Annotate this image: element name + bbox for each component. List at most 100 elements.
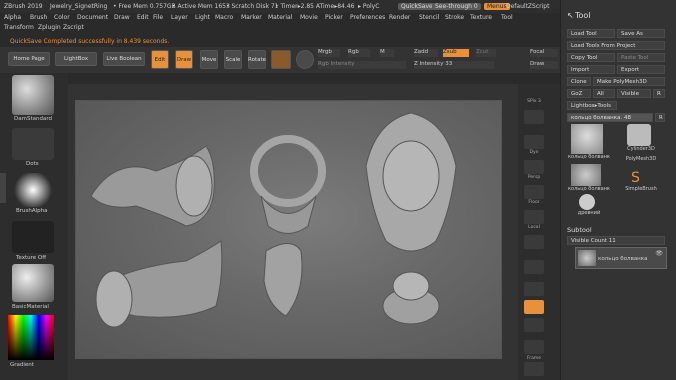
ring-renders [90,112,457,328]
zcut-toggle[interactable]: Zcut [476,49,496,57]
eye-icon[interactable]: 👁 [655,250,663,257]
lsym-icon[interactable] [524,260,544,274]
r-button-2[interactable]: R [655,113,665,122]
menu-material[interactable]: Material [268,14,292,21]
paste-tool-button[interactable]: Paste Tool [617,53,665,62]
cylinder3d-icon[interactable] [627,124,651,146]
move-button[interactable]: Move [200,50,218,69]
stroke-thumbnail[interactable] [12,128,54,160]
tool-thumb-ring-2[interactable] [571,164,601,186]
menu-picker[interactable]: Picker [325,14,343,21]
current-tool-slider[interactable]: кольцо болванка. 48 [567,113,653,122]
menu-texture[interactable]: Texture [470,14,492,21]
dynamic-label[interactable]: Dyn [518,150,550,155]
local-icon[interactable] [524,210,544,224]
polyf-orange-icon[interactable] [524,300,544,314]
menu-draw[interactable]: Draw [114,14,130,21]
all-button[interactable]: All [593,89,615,98]
menu-marker[interactable]: Marker [241,14,262,21]
floor-label[interactable]: Floor [518,200,550,205]
material-sphere-icon[interactable] [271,50,291,69]
menu-tool[interactable]: Tool [501,14,513,21]
menu-layer[interactable]: Layer [171,14,188,21]
load-from-project-button[interactable]: Load Tools From Project [567,41,665,50]
visible-count-slider[interactable]: Visible Count 11 [567,236,665,245]
live-boolean-button[interactable]: Live Boolean [103,52,145,66]
menu-stencil[interactable]: Stencil [419,14,439,21]
draw-size-slider[interactable]: Draw [530,61,558,69]
see-through-slider[interactable]: See-through 0 [432,3,481,10]
move-icon[interactable] [524,362,544,376]
menu-color[interactable]: Color [54,14,70,21]
tool-thumb-ring-3[interactable] [579,194,595,210]
menu-transform[interactable]: Transform [4,24,34,31]
left-collapse-handle[interactable] [0,173,6,203]
z-intensity-slider[interactable]: Z Intensity 33 [414,61,494,69]
menu-movie[interactable]: Movie [300,14,318,21]
rotate-button[interactable]: Rotate [248,50,266,69]
default-zscript[interactable]: DefaultZScript [506,3,549,10]
alpha-thumbnail[interactable] [12,173,54,207]
scroll-icon[interactable] [524,135,544,149]
menu-zplugin[interactable]: Zplugin [38,24,61,31]
local-label[interactable]: Local [518,225,550,230]
menu-macro[interactable]: Macro [215,14,233,21]
document-canvas[interactable] [75,100,502,359]
zadd-toggle[interactable]: Zadd [414,49,438,57]
edit-button[interactable]: Edit [151,50,169,69]
menu-document[interactable]: Document [77,14,108,21]
m-toggle[interactable]: M [380,49,394,57]
subtool-title[interactable]: Subtool [567,226,592,234]
goz-button[interactable]: GoZ [567,89,591,98]
menu-edit[interactable]: Edit [137,14,149,21]
texture-thumbnail[interactable] [12,221,54,253]
make-polymesh-button[interactable]: Make PolyMesh3D [593,77,665,86]
scale-button[interactable]: Scale [224,50,242,69]
frame-icon[interactable] [524,340,544,354]
zsub-toggle[interactable]: Zsub [443,49,469,57]
menu-brush[interactable]: Brush [30,14,47,21]
menu-file[interactable]: File [153,14,163,21]
mrgb-toggle[interactable]: Mrgb [318,49,340,57]
menu-stroke[interactable]: Stroke [445,14,464,21]
menu-alpha[interactable]: Alpha [4,14,21,21]
subtool-item[interactable]: кольцо болванка 👁 [575,247,667,269]
simplebrush-icon[interactable]: S [631,170,647,186]
home-page-button[interactable]: Home Page [8,52,50,66]
copy-tool-button[interactable]: Copy Tool [567,53,615,62]
save-as-button[interactable]: Save As [617,29,665,38]
floor-icon[interactable] [524,185,544,199]
rgb-toggle[interactable]: Rgb [348,49,370,57]
menu-zscript[interactable]: Zscript [63,24,84,31]
bpr-icon[interactable] [524,110,544,124]
persp-label[interactable]: Persp [518,175,550,180]
gradient-label: Gradient [10,362,34,368]
menu-light[interactable]: Light [195,14,210,21]
load-tool-button[interactable]: Load Tool [567,29,615,38]
spix-label[interactable]: SPix 3 [518,99,550,104]
export-button[interactable]: Export [617,65,665,74]
lock-icon[interactable] [524,282,544,296]
r-button[interactable]: R [653,89,665,98]
persp-icon[interactable] [524,160,544,174]
color-picker[interactable] [8,315,54,360]
material-thumbnail[interactable] [12,264,54,302]
clone-button[interactable]: Clone [567,77,591,86]
logo-swirl-icon[interactable] [296,50,314,69]
quicksave-button[interactable]: QuickSave [398,3,436,10]
menu-render[interactable]: Render [389,14,410,21]
brush-thumbnail[interactable] [12,75,54,115]
lightbox-tools-button[interactable]: Lightbox▸Tools [567,101,617,110]
xyz-icon[interactable] [524,235,544,249]
focal-shift-slider[interactable]: Focal [530,49,558,57]
tool-move-icon[interactable]: ↖ [567,11,574,20]
draw-button[interactable]: Draw [175,50,193,69]
tool-thumb-ring-1[interactable] [571,124,603,154]
import-button[interactable]: Import [567,65,615,74]
frame-label[interactable]: Frame [518,356,550,361]
rgb-intensity-slider[interactable]: Rgb Intensity [318,61,406,69]
visible-button[interactable]: Visible [617,89,651,98]
transp-icon[interactable] [524,318,544,332]
lightbox-button[interactable]: LightBox [55,52,97,66]
menu-preferences[interactable]: Preferences [350,14,385,21]
